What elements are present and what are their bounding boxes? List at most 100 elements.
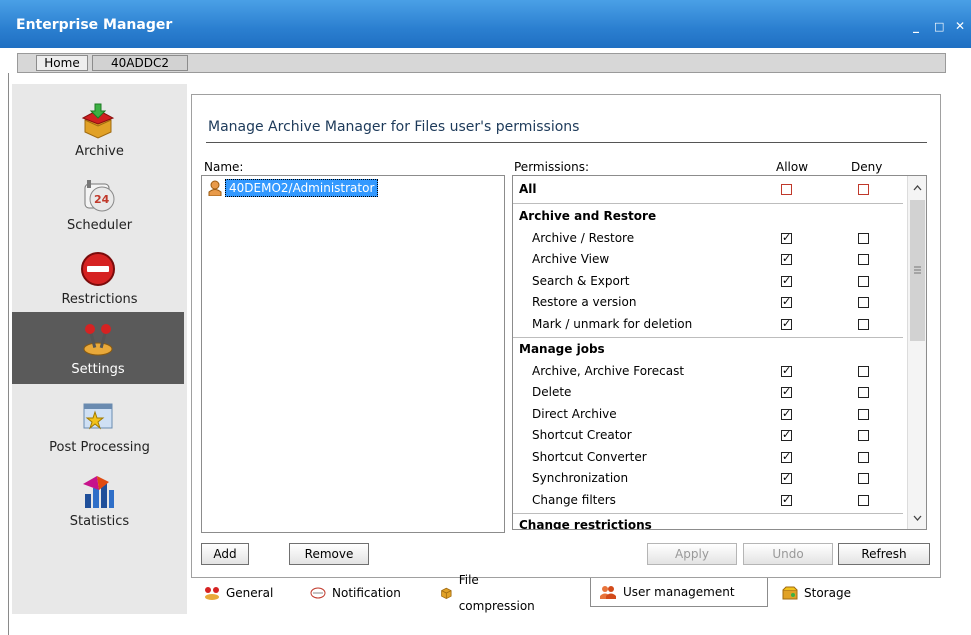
minimize-button[interactable]: _: [913, 20, 919, 32]
tab-40addc2[interactable]: 40ADDC2: [92, 55, 188, 71]
checkmark-icon: ✓: [782, 363, 792, 377]
deny-checkbox[interactable]: [858, 473, 869, 484]
checkmark-icon: ✓: [782, 252, 792, 265]
user-icon: [208, 180, 222, 196]
tab-label: Notification: [332, 586, 401, 600]
sidebar-item-label: Post Processing: [49, 440, 150, 455]
tab-label: User management: [623, 585, 735, 599]
scroll-up-icon[interactable]: [908, 180, 927, 196]
user-management-icon: [600, 586, 616, 599]
permission-row: Synchronization ✓: [513, 468, 903, 489]
tab-file-compression[interactable]: File compression: [440, 573, 538, 613]
deny-checkbox[interactable]: [858, 451, 869, 463]
permission-row: Shortcut Creator ✓: [513, 425, 903, 446]
permission-row: Change restrictions: [513, 515, 903, 530]
statistics-icon: [83, 476, 114, 508]
divider: [8, 73, 9, 635]
permission-label: Delete: [532, 385, 572, 399]
allow-checkbox[interactable]: ✓: [781, 296, 792, 308]
sidebar-item-label: Restrictions: [61, 292, 138, 307]
permission-row: Archive and Restore: [513, 206, 903, 227]
page-title: Manage Archive Manager for Files user's …: [208, 119, 580, 135]
title-bar: Enterprise Manager _ □ ✕: [0, 0, 971, 48]
permission-row: Shortcut Converter ✓: [513, 447, 903, 468]
settings-joystick-icon: [83, 324, 113, 356]
tab-user-management[interactable]: User management: [590, 578, 768, 607]
checkmark-icon: ✓: [782, 230, 792, 244]
file-compression-icon: [441, 587, 452, 600]
deny-checkbox[interactable]: [858, 387, 869, 398]
allow-checkbox[interactable]: [781, 184, 792, 195]
add-button[interactable]: Add: [201, 543, 249, 565]
apply-button[interactable]: Apply: [647, 543, 737, 565]
permission-label: Direct Archive: [532, 406, 617, 421]
allow-checkbox[interactable]: ✓: [781, 252, 792, 265]
permission-row: Restore a version ✓: [513, 292, 903, 313]
permission-label: Change restrictions: [519, 518, 652, 530]
allow-checkbox[interactable]: ✓: [781, 494, 792, 506]
enterprise-manager-window: Enterprise Manager _ □ ✕ Home 40ADDC2 Ar…: [0, 0, 971, 635]
deny-checkbox[interactable]: [858, 275, 869, 287]
group-divider: [513, 203, 903, 204]
remove-button[interactable]: Remove: [289, 543, 369, 565]
deny-checkbox[interactable]: [858, 254, 869, 265]
allow-checkbox[interactable]: ✓: [781, 429, 792, 441]
sidebar-item-scheduler[interactable]: 24 Scheduler: [12, 168, 187, 240]
list-item[interactable]: 40DEMO2/Administrator: [208, 178, 379, 197]
permission-label: Archive View: [532, 252, 610, 266]
maximize-button[interactable]: □: [934, 21, 944, 33]
permission-label: Search & Export: [532, 273, 630, 288]
deny-column-header: Deny: [851, 160, 883, 174]
scroll-down-icon[interactable]: [908, 510, 927, 526]
window-title: Enterprise Manager: [16, 17, 173, 33]
permission-label: Archive, Archive Forecast: [532, 363, 685, 378]
close-button[interactable]: ✕: [955, 20, 965, 32]
allow-checkbox[interactable]: ✓: [781, 408, 792, 420]
undo-button[interactable]: Undo: [743, 543, 833, 565]
deny-checkbox[interactable]: [858, 297, 869, 308]
sidebar-item-statistics[interactable]: Statistics: [12, 464, 187, 536]
permission-row: Direct Archive ✓: [513, 404, 903, 425]
refresh-button[interactable]: Refresh: [838, 543, 930, 565]
permission-label: Shortcut Creator: [532, 428, 632, 442]
sidebar: Archive 24 Scheduler Restrictions Settin…: [12, 84, 187, 614]
user-list[interactable]: 40DEMO2/Administrator: [201, 175, 505, 533]
allow-checkbox[interactable]: ✓: [781, 386, 792, 398]
sidebar-item-label: Settings: [71, 362, 125, 377]
permission-row: Archive View ✓: [513, 249, 903, 270]
permission-label: Change filters: [532, 492, 616, 507]
permissions-list[interactable]: All Archive and Restore Archive / Restore ✓…: [512, 175, 927, 530]
svg-text:24: 24: [94, 193, 110, 206]
sidebar-item-post-processing[interactable]: Post Processing: [12, 390, 187, 462]
deny-checkbox[interactable]: [858, 184, 869, 195]
allow-checkbox[interactable]: ✓: [781, 230, 792, 244]
deny-checkbox[interactable]: [858, 430, 869, 441]
deny-checkbox[interactable]: [858, 318, 869, 330]
sidebar-item-archive[interactable]: Archive: [12, 94, 187, 166]
deny-checkbox[interactable]: [858, 408, 869, 420]
permission-label: Restore a version: [532, 295, 637, 309]
allow-checkbox[interactable]: ✓: [781, 363, 792, 377]
deny-checkbox[interactable]: [858, 494, 869, 506]
scrollbar-thumb[interactable]: [910, 200, 925, 341]
scrollbar[interactable]: [907, 176, 927, 529]
tab-home[interactable]: Home: [36, 55, 88, 71]
scheduler-clock-icon: 24: [84, 180, 115, 212]
group-divider: [513, 337, 903, 338]
tab-storage[interactable]: Storage: [782, 580, 851, 606]
deny-checkbox[interactable]: [858, 365, 869, 377]
tab-notification[interactable]: Notification: [310, 580, 401, 606]
permission-row: All: [513, 179, 903, 200]
deny-checkbox[interactable]: [858, 232, 869, 244]
allow-checkbox[interactable]: ✓: [781, 451, 792, 463]
permission-row: Change filters ✓: [513, 490, 903, 511]
user-name: 40DEMO2/Administrator: [225, 178, 379, 197]
tab-general[interactable]: General: [204, 580, 273, 606]
allow-checkbox[interactable]: ✓: [781, 316, 792, 330]
allow-checkbox[interactable]: ✓: [781, 472, 792, 484]
sidebar-item-settings[interactable]: Settings: [12, 312, 184, 384]
checkmark-icon: ✓: [782, 316, 792, 330]
allow-checkbox[interactable]: ✓: [781, 275, 792, 287]
allow-column-header: Allow: [776, 160, 809, 174]
sidebar-item-restrictions[interactable]: Restrictions: [12, 242, 187, 314]
